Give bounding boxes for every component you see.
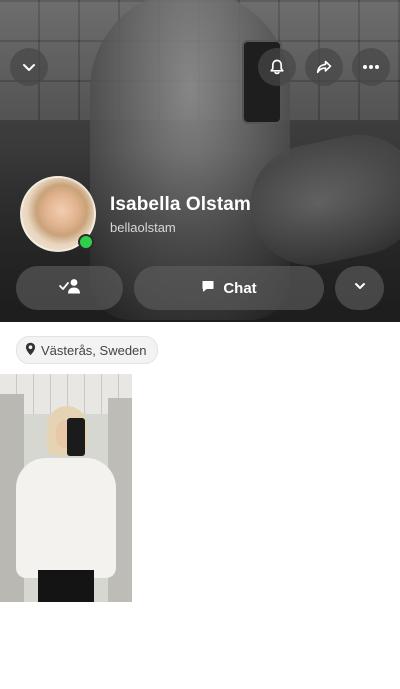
chat-button-label: Chat (223, 279, 257, 297)
avatar-container[interactable] (20, 176, 96, 252)
thumbnail-pants (38, 570, 94, 602)
location-chip[interactable]: Västerås, Sweden (16, 336, 158, 364)
notifications-button[interactable] (258, 48, 296, 86)
chat-bubble-icon (201, 279, 215, 298)
share-arrow-icon (315, 58, 333, 76)
chevron-down-icon (21, 59, 37, 75)
thumbnail-blouse (16, 458, 116, 578)
display-name: Isabella Olstam (110, 194, 251, 215)
friend-status-button[interactable] (16, 266, 123, 310)
public-story-thumbnail[interactable] (0, 374, 132, 602)
more-actions-button[interactable] (335, 266, 384, 310)
share-button[interactable] (305, 48, 343, 86)
username: bellaolstam (110, 220, 176, 235)
collapse-button[interactable] (10, 48, 48, 86)
bell-icon (268, 58, 286, 76)
profile-screen: Isabella Olstam bellaolstam Chat Västerå… (0, 0, 400, 689)
more-options-button[interactable] (352, 48, 390, 86)
chevron-down-icon (353, 279, 367, 298)
more-dots-icon (362, 64, 380, 70)
location-pin-icon (25, 342, 36, 359)
location-label: Västerås, Sweden (41, 342, 147, 358)
thumbnail-phone (67, 418, 85, 456)
person-check-icon (58, 276, 82, 301)
online-status-indicator (78, 234, 94, 250)
chat-button[interactable]: Chat (134, 266, 324, 310)
